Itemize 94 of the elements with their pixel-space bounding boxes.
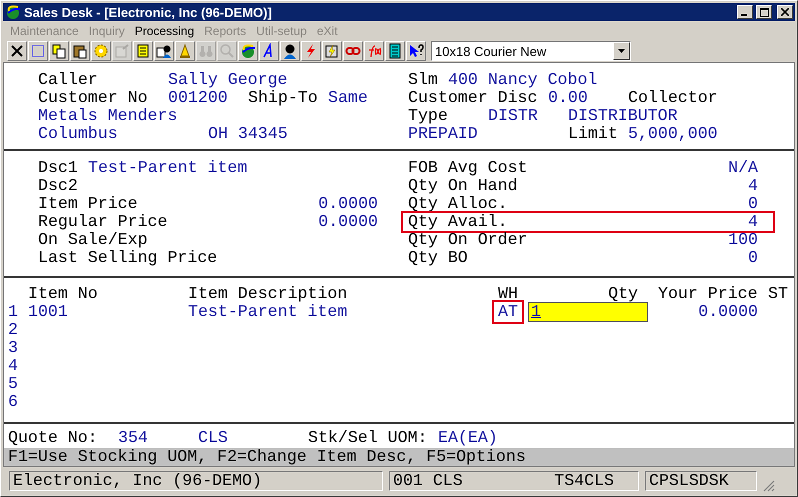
field-value: PREPAID [408,125,478,143]
paste-icon[interactable] [70,41,90,61]
status-text: 001 CLS [393,471,463,490]
field-label: Slm [408,71,438,89]
table-cell: AT [495,303,521,321]
field-value: 001200 [168,89,228,107]
window-title: Sales Desk - [Electronic, Inc (96-DEMO)] [24,4,273,20]
field-value: 100 [728,231,758,249]
field-label: Type [408,107,448,125]
field-value: Metals Menders [38,107,178,125]
status-panel: CPSLSDSK [645,470,757,490]
field-value: DISTRIBUTOR [568,107,678,125]
field-label: Dsc1 [38,159,78,177]
field-label: Quote No: [8,429,98,447]
field-value: EA(EA) [438,429,498,447]
select-icon[interactable] [28,41,48,61]
field-label: Customer Disc [408,89,538,107]
minimize-button[interactable] [737,5,753,19]
copy-icon[interactable] [49,41,69,61]
line-number: 4 [8,357,18,375]
field-label: Collector [628,89,718,107]
flash-doc-icon[interactable] [322,41,342,61]
field-label: Limit [568,125,618,143]
column-header: WH [498,285,518,303]
resize-grip-icon[interactable] [763,480,775,492]
font-dropdown[interactable]: 10x18 Courier New [431,41,631,61]
field-label: On Sale/Exp [38,231,148,249]
field-label: Qty On Hand [408,177,518,195]
gear-icon[interactable] [91,41,111,61]
close-icon[interactable] [7,41,27,61]
field-label: Qty Avail. [408,213,508,231]
field-label: Qty On Order [408,231,528,249]
field-value: 400 Nancy Cobol [448,71,598,89]
column-header: ST [768,285,788,303]
field-label: Regular Price [38,213,168,231]
field-value: 0.00 [548,89,588,107]
contact-icon[interactable] [154,41,174,61]
table-cell: Test-Parent item [188,303,348,321]
link-icon[interactable] [343,41,363,61]
function-icon[interactable] [364,41,384,61]
field-value: 0 [748,195,758,213]
field-value: 0.0000 [318,195,378,213]
field-value: OH 34345 [208,125,288,143]
field-label: Item Price [38,195,138,213]
field-value: DISTR [488,107,538,125]
field-value: Sally George [168,71,288,89]
field-label: Ship-To [248,89,318,107]
field-value: Test-Parent item [88,159,248,177]
maximize-icon [760,8,768,16]
qty-field[interactable]: 1 [528,302,648,322]
line-number: 5 [8,375,18,393]
function-key-hint: F1=Use Stocking UOM, F2=Change Item Desc, F5=Options [4,448,794,466]
globe-icon[interactable] [238,41,258,61]
field-value: 354 [118,429,148,447]
field-value: 4 [748,213,758,231]
field-label: FOB Avg Cost [408,159,528,177]
field-value: N/A [728,159,758,177]
help-icon[interactable] [406,41,426,61]
maximize-button[interactable] [756,5,772,19]
status-panel: Electronic, Inc (96-DEMO) [9,470,383,490]
table-cell: 0.0000 [698,303,758,321]
field-value: Same [328,89,368,107]
column-header: Item No [28,285,98,303]
field-value: Columbus [38,125,118,143]
globe-icon [5,4,21,20]
field-label: Dsc2 [38,177,78,195]
field-value: 4 [748,177,758,195]
close-button[interactable] [777,5,793,19]
field-value: 5,000,000 [628,125,718,143]
caret-icon [618,49,625,53]
field-label: Last Selling Price [38,249,218,267]
line-number: 1 [8,303,18,321]
close-icon [781,8,789,16]
field-label: Caller [38,71,98,89]
font-icon[interactable] [259,41,279,61]
menu-item[interactable]: Processing [130,24,200,38]
field-label: Qty BO [408,249,468,267]
lightning-icon[interactable] [301,41,321,61]
line-number: 6 [8,393,18,411]
status-text: TS4CLS [554,471,614,490]
column-header: Qty [608,285,638,303]
field-label: Qty Alloc. [408,195,508,213]
field-value: 0 [748,249,758,267]
person-icon[interactable] [280,41,300,61]
field-value: 0.0000 [318,213,378,231]
field-label: Customer No [38,89,148,107]
notes-icon[interactable] [133,41,153,61]
field-value: CLS [198,429,228,447]
column-header: Your Price [658,285,758,303]
line-number: 2 [8,321,18,339]
field-label: Stk/Sel UOM: [308,429,428,447]
column-header: Item Description [188,285,348,303]
line-number: 3 [8,339,18,357]
table-cell: 1001 [28,303,68,321]
